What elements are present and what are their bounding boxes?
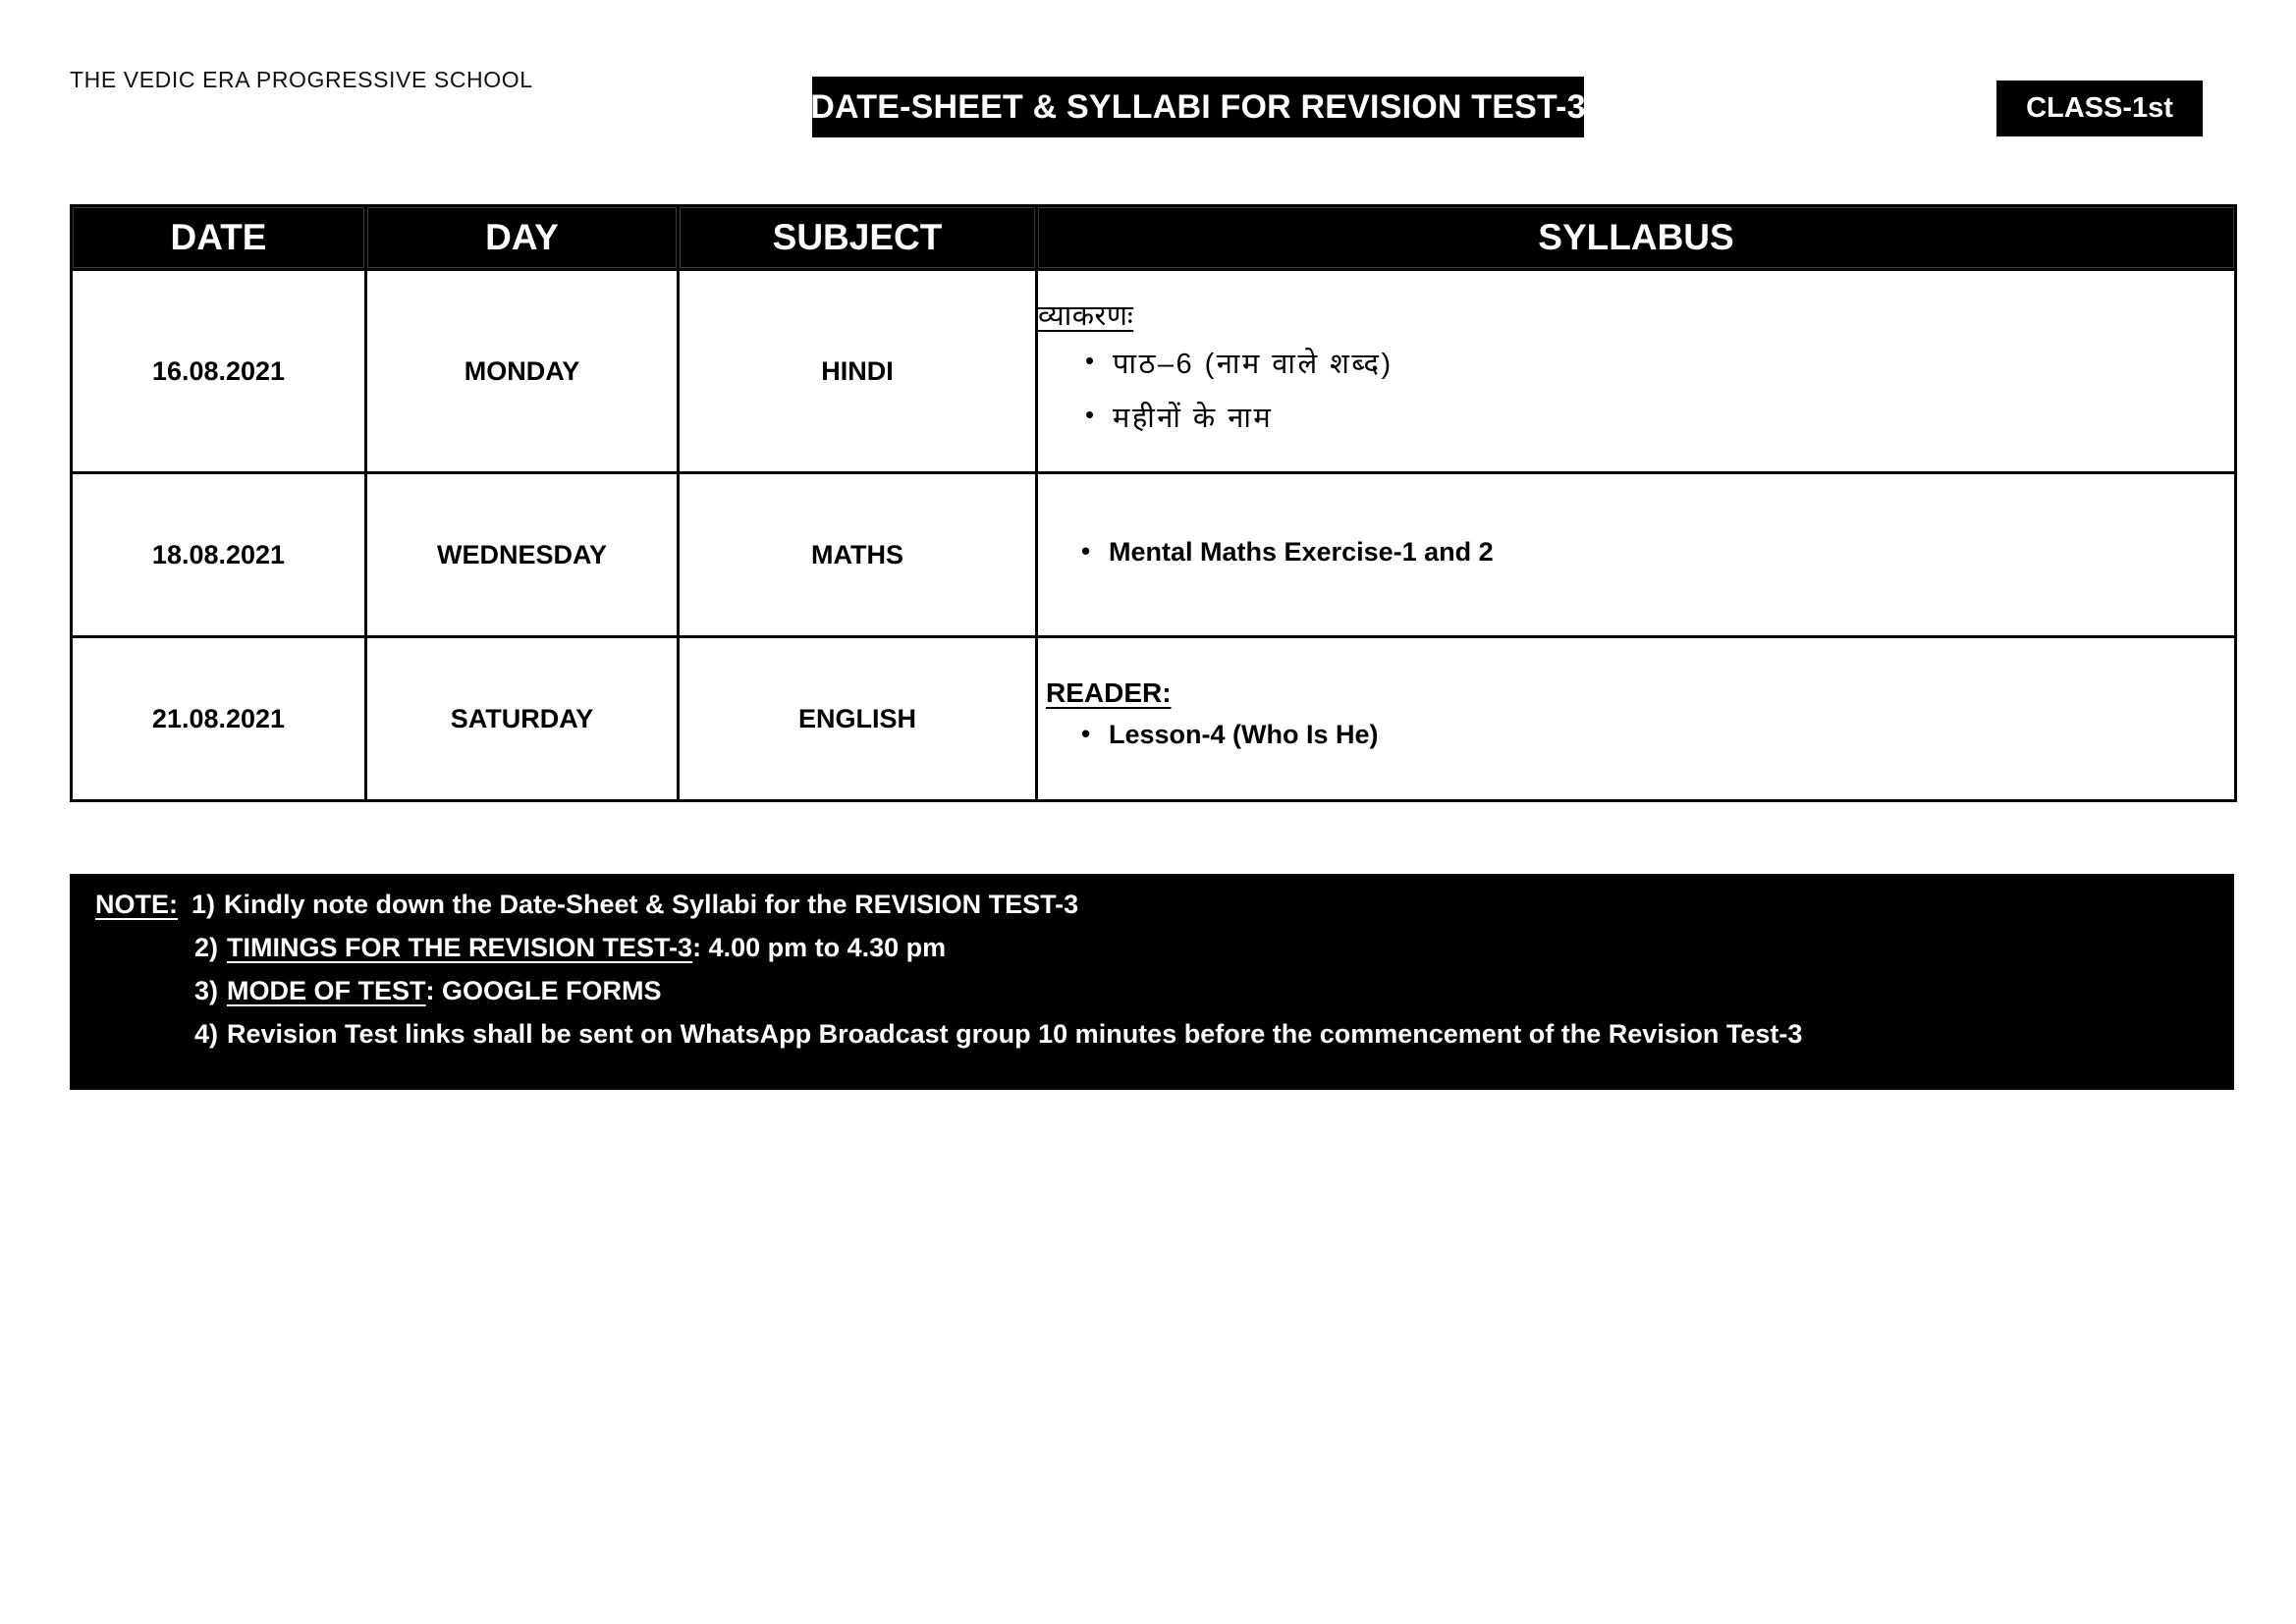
cell-day: SATURDAY (364, 635, 680, 802)
cell-date: 16.08.2021 (70, 268, 367, 474)
syllabus-item: पाठ–6 (नाम वाले शब्द) (1038, 339, 2234, 390)
note-item-underlined: TIMINGS FOR THE REVISION TEST-3 (227, 933, 693, 962)
note-item-text: Kindly note down the Date-Sheet & Syllab… (224, 890, 1079, 919)
cell-subject: HINDI (677, 268, 1038, 474)
cell-subject: ENGLISH (677, 635, 1038, 802)
class-badge-label: CLASS-1st (2026, 92, 2173, 124)
note-line: 3) MODE OF TEST : GOOGLE FORMS (95, 978, 2234, 1004)
note-line: 2) TIMINGS FOR THE REVISION TEST-3 : 4.0… (95, 935, 2234, 961)
note-item-text: Revision Test links shall be sent on Wha… (227, 1019, 1803, 1049)
schedule-table: DATE DAY SUBJECT SYLLABUS 16.08.2021 MON… (70, 204, 2237, 802)
cell-subject: MATHS (677, 471, 1038, 638)
note-item-text: : 4.00 pm to 4.30 pm (692, 933, 947, 962)
note-item-number: 1) (191, 890, 216, 919)
cell-syllabus: READER: Lesson-4 (Who Is He) (1035, 635, 2237, 802)
note-line: 4) Revision Test links shall be sent on … (95, 1021, 2234, 1048)
note-item-underlined: MODE OF TEST (227, 976, 426, 1005)
column-header-syllabus: SYLLABUS (1035, 204, 2237, 271)
cell-day: WEDNESDAY (364, 471, 680, 638)
note-item-number: 2) (194, 933, 219, 962)
column-header-subject: SUBJECT (677, 204, 1038, 271)
cell-syllabus: व्याकरणः पाठ–6 (नाम वाले शब्द) महीनों के… (1035, 268, 2237, 474)
table-row: 18.08.2021 WEDNESDAY MATHS Mental Maths … (70, 471, 2237, 638)
syllabus-list: पाठ–6 (नाम वाले शब्द) महीनों के नाम (1038, 339, 2234, 444)
syllabus-item: महीनों के नाम (1038, 393, 2234, 444)
cell-date: 18.08.2021 (70, 471, 367, 638)
column-header-date: DATE (70, 204, 367, 271)
syllabus-item: Lesson-4 (Who Is He) (1038, 714, 2234, 756)
syllabus-list: Mental Maths Exercise-1 and 2 (1038, 531, 2234, 573)
note-item-number: 4) (194, 1019, 219, 1049)
syllabus-heading: READER: (1046, 677, 1172, 709)
note-item-number: 3) (194, 976, 219, 1005)
note-line: NOTE: 1) Kindly note down the Date-Sheet… (95, 892, 2234, 918)
table-header-row: DATE DAY SUBJECT SYLLABUS (70, 204, 2237, 271)
table-row: 16.08.2021 MONDAY HINDI व्याकरणः पाठ–6 (… (70, 268, 2237, 474)
note-box: NOTE: 1) Kindly note down the Date-Sheet… (70, 874, 2234, 1090)
table-row: 21.08.2021 SATURDAY ENGLISH READER: Less… (70, 635, 2237, 802)
page-title: DATE-SHEET & SYLLABI FOR REVISION TEST-3 (810, 87, 1586, 126)
cell-date: 21.08.2021 (70, 635, 367, 802)
cell-day: MONDAY (364, 268, 680, 474)
syllabus-heading: व्याकरणः (1038, 299, 1134, 332)
note-item-text: : GOOGLE FORMS (425, 976, 662, 1005)
column-header-day: DAY (364, 204, 680, 271)
class-badge: CLASS-1st (1996, 81, 2203, 136)
school-name: THE VEDIC ERA PROGRESSIVE SCHOOL (70, 67, 533, 92)
syllabus-item: Mental Maths Exercise-1 and 2 (1038, 531, 2234, 573)
title-banner: DATE-SHEET & SYLLABI FOR REVISION TEST-3 (810, 77, 1586, 137)
note-label: NOTE: (95, 890, 178, 919)
syllabus-list: Lesson-4 (Who Is He) (1038, 714, 2234, 756)
cell-syllabus: Mental Maths Exercise-1 and 2 (1035, 471, 2237, 638)
